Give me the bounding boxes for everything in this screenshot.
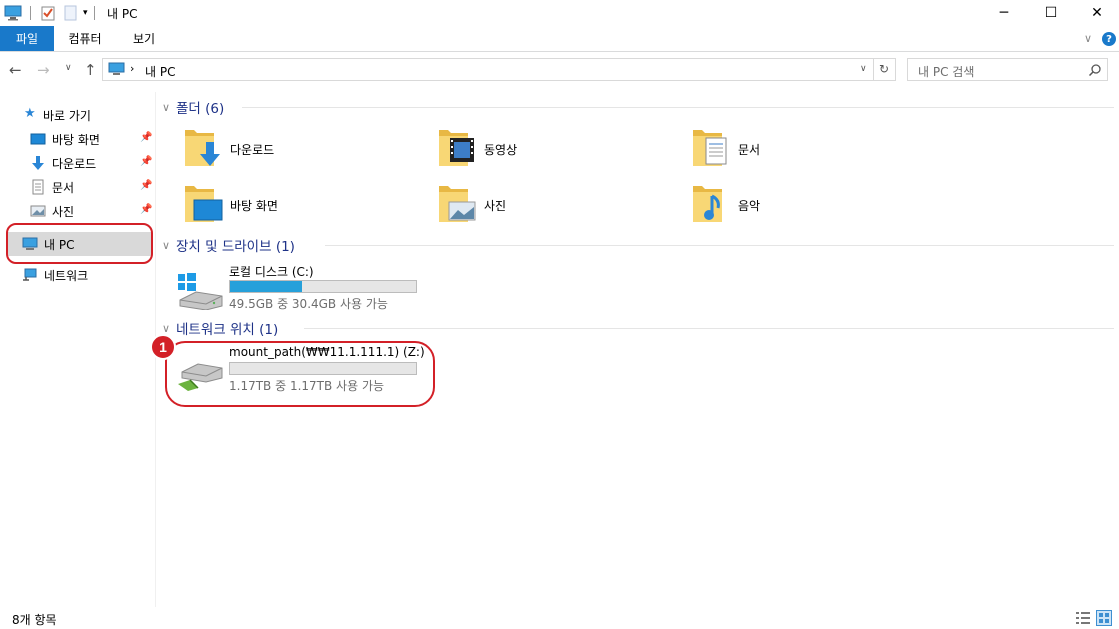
navigation-pane: ★ 바로 가기 바탕 화면 📌 다운로드 📌 문서 📌 사진 📌 내 PC 네트… <box>0 92 156 607</box>
download-icon <box>32 156 44 170</box>
nav-item-desktop[interactable]: 바탕 화면 📌 <box>0 127 153 151</box>
folder-label: 문서 <box>738 143 761 157</box>
pin-icon: 📌 <box>140 180 153 191</box>
folder-tile-music[interactable]: 음악 <box>692 180 932 228</box>
folder-tile-desktop[interactable]: 바탕 화면 <box>184 180 424 228</box>
refresh-icon: ↻ <box>879 62 890 76</box>
nav-label: 다운로드 <box>52 156 97 171</box>
nav-item-documents[interactable]: 문서 📌 <box>0 175 153 199</box>
folder-tile-documents[interactable]: 문서 <box>692 124 932 172</box>
nav-label: 사진 <box>52 204 75 219</box>
search-icon[interactable] <box>1088 63 1102 77</box>
step-badge: 1 <box>150 334 176 360</box>
drive-usage-fill <box>230 281 302 292</box>
pin-icon: 📌 <box>140 156 153 167</box>
large-icons-view-icon[interactable] <box>1096 610 1112 626</box>
title-bar: ▾ 내 PC ─ ☐ ✕ <box>0 0 1119 26</box>
help-icon[interactable]: ? <box>1102 32 1116 46</box>
forward-arrow-icon[interactable]: → <box>37 61 50 79</box>
drive-usage-bar <box>229 280 417 293</box>
maximize-button[interactable]: ☐ <box>1028 0 1074 26</box>
collapse-chevron-icon[interactable]: ∨ <box>162 101 176 114</box>
window-title: 내 PC <box>107 7 138 21</box>
new-folder-icon[interactable] <box>64 5 77 21</box>
nav-label: 문서 <box>52 180 75 195</box>
folder-tile-videos[interactable]: 동영상 <box>438 124 678 172</box>
group-title: 장치 및 드라이브 (1) <box>176 239 295 255</box>
group-divider <box>325 245 1114 246</box>
nav-label: 바로 가기 <box>43 108 91 123</box>
search-input[interactable]: 내 PC 검색 <box>918 63 974 80</box>
group-header-network[interactable]: ∨ 네트워크 위치 (1) <box>162 318 279 339</box>
back-arrow-icon[interactable]: ← <box>9 61 22 79</box>
windows-drive-icon <box>178 273 223 310</box>
tab-file[interactable]: 파일 <box>0 26 54 51</box>
folder-label: 동영상 <box>484 143 518 157</box>
qa-separator <box>30 6 31 20</box>
group-header-folders[interactable]: ∨ 폴더 (6) <box>162 97 225 118</box>
group-divider <box>242 107 1114 108</box>
group-header-devices[interactable]: ∨ 장치 및 드라이브 (1) <box>162 235 295 256</box>
item-count: 8개 항목 <box>12 613 57 627</box>
quick-access-toolbar: ▾ <box>4 4 95 22</box>
folder-label: 사진 <box>484 199 507 213</box>
folder-tile-pictures[interactable]: 사진 <box>438 180 678 228</box>
nav-label: 네트워크 <box>44 268 89 283</box>
nav-item-pictures[interactable]: 사진 📌 <box>0 199 153 223</box>
breadcrumb[interactable]: 내 PC <box>145 63 175 80</box>
pin-icon: 📌 <box>140 204 153 215</box>
refresh-button[interactable]: ↻ <box>874 58 896 81</box>
star-icon: ★ <box>24 106 36 121</box>
highlight-ring <box>6 223 153 264</box>
videos-folder-icon <box>439 130 474 166</box>
customize-qa-icon[interactable]: ▾ <box>83 8 88 18</box>
nav-label: 바탕 화면 <box>52 132 100 147</box>
tab-view[interactable]: 보기 <box>116 26 172 51</box>
qa-separator <box>93 6 95 20</box>
pictures-folder-icon <box>439 186 476 222</box>
close-button[interactable]: ✕ <box>1074 0 1119 26</box>
search-box[interactable]: 내 PC 검색 <box>907 58 1108 81</box>
tab-computer[interactable]: 컴퓨터 <box>54 26 116 51</box>
folder-tile-downloads[interactable]: 다운로드 <box>184 124 424 172</box>
desktop-folder-icon <box>185 186 223 222</box>
music-folder-icon <box>693 186 722 222</box>
drive-name: 로컬 디스크 (C:) <box>229 265 314 279</box>
folder-label: 바탕 화면 <box>230 199 278 213</box>
downloads-folder-icon <box>185 130 220 166</box>
details-view-icon[interactable] <box>1075 611 1091 625</box>
address-bar[interactable]: › 내 PC ∨ <box>102 58 874 81</box>
ribbon-tabs: 파일 컴퓨터 보기 ∨ ? <box>0 26 1119 52</box>
minimize-button[interactable]: ─ <box>981 0 1027 26</box>
up-arrow-icon[interactable]: ↑ <box>84 61 97 79</box>
pin-icon: 📌 <box>140 132 153 143</box>
status-bar: 8개 항목 <box>0 607 1119 629</box>
folder-label: 음악 <box>738 199 761 213</box>
breadcrumb-chevron-icon: › <box>130 62 135 75</box>
highlight-ring <box>165 341 435 407</box>
drive-space-text: 49.5GB 중 30.4GB 사용 가능 <box>229 297 388 311</box>
picture-icon <box>30 205 46 217</box>
group-divider <box>304 328 1114 329</box>
nav-item-downloads[interactable]: 다운로드 📌 <box>0 151 153 175</box>
properties-icon[interactable] <box>41 5 55 21</box>
folder-label: 다운로드 <box>230 143 275 157</box>
drive-tile-c[interactable]: 로컬 디스크 (C:) 49.5GB 중 30.4GB 사용 가능 <box>176 262 426 312</box>
computer-icon <box>108 62 125 75</box>
recent-locations-icon[interactable]: ∨ <box>65 63 72 73</box>
nav-item-network[interactable]: 네트워크 <box>0 263 150 287</box>
ribbon-expand-icon[interactable]: ∨ <box>1084 32 1092 45</box>
group-title: 네트워크 위치 (1) <box>176 322 279 338</box>
collapse-chevron-icon[interactable]: ∨ <box>162 239 176 252</box>
collapse-chevron-icon[interactable]: ∨ <box>162 322 176 335</box>
group-title: 폴더 (6) <box>176 101 225 117</box>
nav-quick-access[interactable]: ★ 바로 가기 <box>0 103 150 127</box>
document-icon <box>32 179 44 195</box>
desktop-icon <box>30 133 46 145</box>
documents-folder-icon <box>693 130 727 166</box>
address-dropdown-icon[interactable]: ∨ <box>860 64 867 74</box>
computer-icon <box>4 5 22 21</box>
network-icon <box>23 268 37 281</box>
